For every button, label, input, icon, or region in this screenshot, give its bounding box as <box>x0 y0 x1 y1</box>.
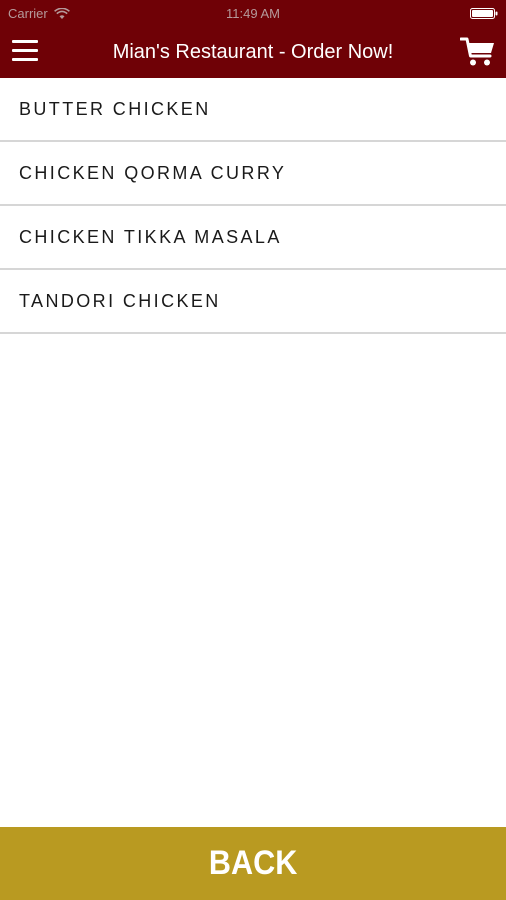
shopping-cart-icon[interactable] <box>460 36 496 68</box>
status-time: 11:49 AM <box>226 6 280 21</box>
list-item-chicken-qorma-curry[interactable]: CHICKEN QORMA CURRY <box>0 142 506 206</box>
app-header: Mian's Restaurant - Order Now! <box>0 26 506 78</box>
page-title: Mian's Restaurant - Order Now! <box>112 41 394 63</box>
back-button[interactable]: BACK <box>0 827 506 900</box>
battery-icon <box>470 8 498 19</box>
list-item-label: TANDORI CHICKEN <box>19 290 221 311</box>
list-item-chicken-tikka-masala[interactable]: CHICKEN TIKKA MASALA <box>0 206 506 270</box>
status-bar: Carrier 11:49 AM <box>0 0 506 26</box>
list-item-tandori-chicken[interactable]: TANDORI CHICKEN <box>0 270 506 334</box>
list-item-label: CHICKEN TIKKA MASALA <box>19 226 282 247</box>
top-bar: Carrier 11:49 AM Mian's Restaurant - Ord… <box>0 0 506 78</box>
list-item-label: BUTTER CHICKEN <box>19 98 211 119</box>
list-item-butter-chicken[interactable]: BUTTER CHICKEN <box>0 78 506 142</box>
back-button-label: BACK <box>208 844 298 882</box>
menu-list: BUTTER CHICKEN CHICKEN QORMA CURRY CHICK… <box>0 78 506 334</box>
list-item-label: CHICKEN QORMA CURRY <box>19 162 287 183</box>
hamburger-menu-icon[interactable] <box>12 40 38 62</box>
app-screen: Carrier 11:49 AM Mian's Restaurant - Ord… <box>0 0 506 900</box>
